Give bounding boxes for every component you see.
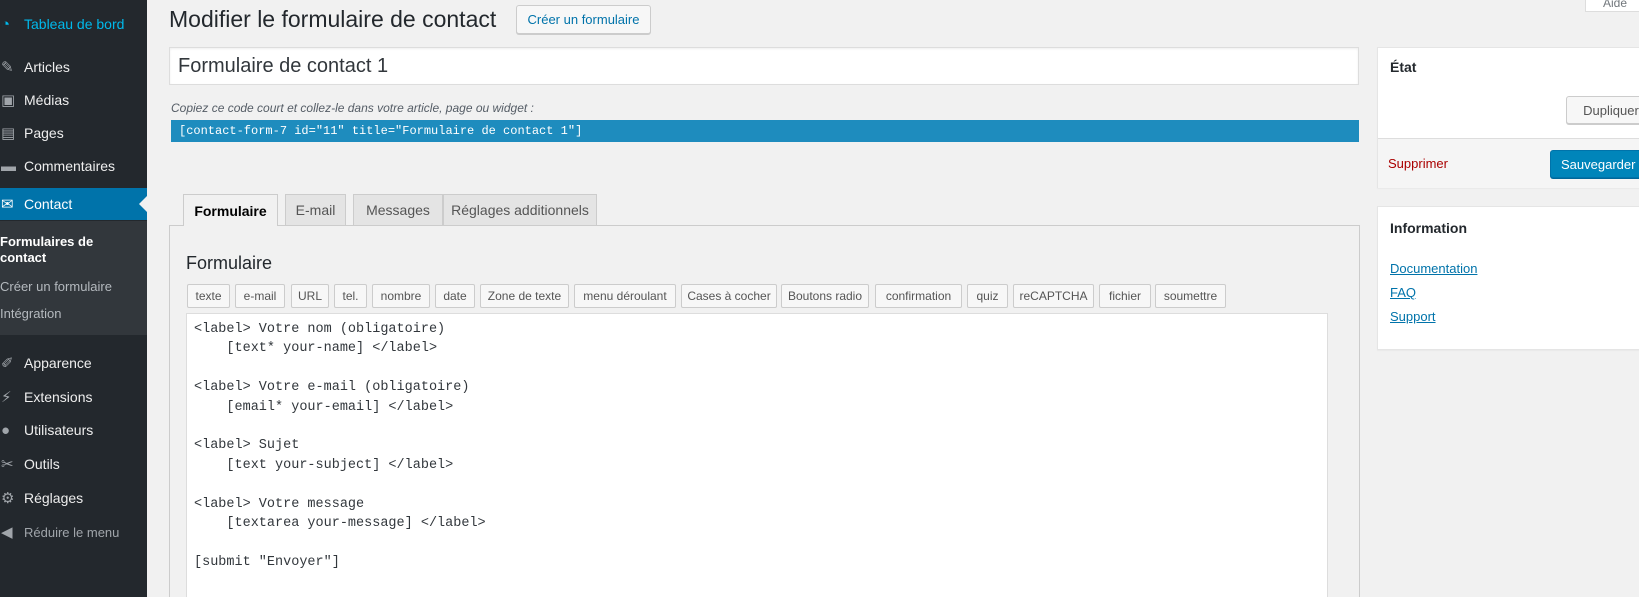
- contact-submenu: Formulaires de contact Créer un formulai…: [0, 221, 147, 335]
- menu-label: Apparence: [24, 355, 92, 371]
- submenu-integration[interactable]: Intégration: [0, 306, 61, 321]
- menu-item-contact[interactable]: ✉ Contact: [0, 188, 147, 220]
- menu-item-plugins[interactable]: ⚡ Extensions: [0, 381, 147, 413]
- tab-additional-settings[interactable]: Réglages additionnels: [443, 194, 597, 225]
- menu-label: Contact: [24, 196, 73, 212]
- tag-text-button[interactable]: texte: [187, 284, 230, 308]
- menu-label: Articles: [24, 59, 70, 75]
- shortcode-hint: Copiez ce code court et collez-le dans v…: [171, 101, 534, 115]
- page-title: Modifier le formulaire de contact: [169, 6, 497, 32]
- tag-date-button[interactable]: date: [435, 284, 475, 308]
- dashboard-icon: ◔: [1, 15, 11, 33]
- delete-link[interactable]: Supprimer: [1388, 156, 1448, 171]
- menu-item-appearance[interactable]: ✐ Apparence: [0, 347, 147, 379]
- faq-link[interactable]: FAQ: [1390, 285, 1416, 300]
- tag-textarea-button[interactable]: Zone de texte: [480, 284, 569, 308]
- brush-icon: ✐: [1, 355, 14, 372]
- duplicate-button[interactable]: Dupliquer: [1566, 96, 1639, 124]
- menu-label: Pages: [24, 125, 64, 141]
- tag-radio-button[interactable]: Boutons radio: [781, 284, 869, 308]
- status-box: État Dupliquer Supprimer Sauvegarder: [1377, 47, 1639, 188]
- admin-sidebar: ◔ Tableau de bord ✎ Articles ▣ Médias ▤ …: [0, 0, 147, 597]
- tag-quiz-button[interactable]: quiz: [967, 284, 1008, 308]
- support-link[interactable]: Support: [1390, 309, 1436, 324]
- tag-acceptance-button[interactable]: confirmation: [875, 284, 962, 308]
- menu-label: Tableau de bord: [24, 16, 125, 32]
- panel-heading: Formulaire: [186, 253, 273, 273]
- tag-file-button[interactable]: fichier: [1099, 284, 1151, 308]
- tag-recaptcha-button[interactable]: reCAPTCHA: [1013, 284, 1094, 308]
- menu-label: Commentaires: [24, 158, 116, 174]
- tag-url-button[interactable]: URL: [291, 284, 329, 308]
- tag-tel-button[interactable]: tel.: [334, 284, 367, 308]
- plugin-icon: ⚡: [1, 389, 12, 406]
- menu-collapse[interactable]: ◀ Réduire le menu: [0, 516, 147, 548]
- help-tab[interactable]: Aide: [1585, 0, 1639, 12]
- menu-label: Outils: [24, 456, 60, 472]
- form-template-editor[interactable]: <label> Votre nom (obligatoire) [text* y…: [186, 313, 1328, 597]
- tag-submit-button[interactable]: soumettre: [1155, 284, 1226, 308]
- page-icon: ▤: [1, 125, 16, 142]
- envelope-icon: ✉: [1, 196, 14, 213]
- tag-email-button[interactable]: e-mail: [235, 284, 285, 308]
- information-box: Information Documentation FAQ Support: [1377, 206, 1639, 350]
- tag-number-button[interactable]: nombre: [372, 284, 430, 308]
- menu-item-tools[interactable]: ✂ Outils: [0, 448, 147, 480]
- menu-label: Extensions: [24, 389, 93, 405]
- tag-checkbox-button[interactable]: Cases à cocher: [681, 284, 777, 308]
- settings-icon: ⚙: [1, 490, 15, 507]
- tab-messages[interactable]: Messages: [353, 194, 443, 225]
- media-icon: ▣: [1, 92, 16, 109]
- add-new-form-button[interactable]: Créer un formulaire: [516, 5, 651, 34]
- submenu-contact-forms[interactable]: Formulaires de contact: [0, 234, 110, 266]
- shortcode-field[interactable]: [contact-form-7 id="11" title="Formulair…: [171, 120, 1359, 142]
- pin-icon: ✎: [1, 59, 14, 76]
- menu-label: Réglages: [24, 490, 84, 506]
- wrench-icon: ✂: [1, 456, 14, 473]
- save-button[interactable]: Sauvegarder: [1550, 150, 1639, 178]
- form-title-input[interactable]: [169, 47, 1359, 85]
- tab-form[interactable]: Formulaire: [183, 194, 278, 226]
- user-icon: ●: [1, 421, 11, 439]
- tab-email[interactable]: E-mail: [285, 194, 346, 225]
- menu-item-users[interactable]: ● Utilisateurs: [0, 414, 147, 446]
- status-box-actions: Supprimer Sauvegarder: [1378, 138, 1639, 188]
- menu-item-dashboard[interactable]: ◔ Tableau de bord: [0, 8, 147, 40]
- status-box-title: État: [1390, 59, 1417, 75]
- documentation-link[interactable]: Documentation: [1390, 261, 1477, 276]
- comment-icon: ▬: [1, 157, 16, 175]
- menu-item-pages[interactable]: ▤ Pages: [0, 117, 147, 149]
- menu-item-settings[interactable]: ⚙ Réglages: [0, 482, 147, 514]
- menu-item-articles[interactable]: ✎ Articles: [0, 51, 147, 83]
- menu-item-comments[interactable]: ▬ Commentaires: [0, 150, 147, 182]
- menu-label: Médias: [24, 92, 70, 108]
- information-box-title: Information: [1390, 220, 1467, 236]
- menu-label: Utilisateurs: [24, 422, 94, 438]
- tag-select-button[interactable]: menu déroulant: [574, 284, 676, 308]
- menu-item-media[interactable]: ▣ Médias: [0, 84, 147, 116]
- menu-label: Réduire le menu: [24, 524, 120, 540]
- submenu-add-new[interactable]: Créer un formulaire: [0, 279, 112, 294]
- collapse-icon: ◀: [1, 524, 13, 541]
